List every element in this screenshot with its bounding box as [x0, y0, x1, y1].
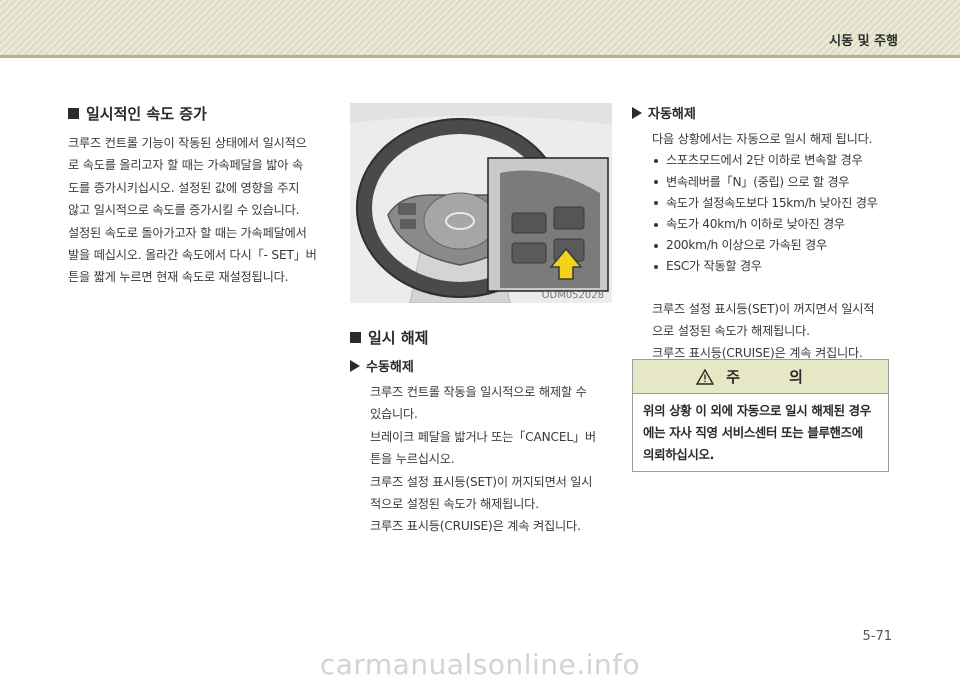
right-column: 자동해제 다음 상황에서는 자동으로 일시 해제 됩니다. 스포츠모드에서 2단… — [632, 103, 890, 365]
text-line: 튼을 짧게 누르면 현재 속도로 재설정됩니다. — [68, 270, 289, 285]
left-column: 일시적인 속도 증가 크루즈 컨트롤 기능이 작동된 상태에서 일시적으 로 속… — [68, 103, 333, 289]
section-title: 시동 및 주행 — [829, 34, 898, 49]
text-line: 도를 증가시키십시오. 설정된 값에 영향을 주지 — [68, 180, 300, 195]
text-line: 있습니다. — [370, 407, 418, 422]
square-bullet-icon — [350, 332, 361, 343]
figure-code: ODM052028 — [541, 290, 604, 301]
text-line: 적으로 설정된 속도가 해제됩니다. — [370, 497, 539, 512]
bullet-dot-icon — [654, 243, 658, 248]
list-item: ESC가 작동할 경우 — [654, 256, 890, 277]
warning-triangle-icon — [696, 368, 715, 385]
mid-heading-text: 일시 해제 — [368, 329, 429, 347]
list-item: 속도가 40km/h 이하로 낮아진 경우 — [654, 214, 890, 235]
right-intro: 다음 상황에서는 자동으로 일시 해제 됩니다. — [652, 132, 873, 146]
left-paragraph: 크루즈 컨트롤 기능이 작동된 상태에서 일시적으 로 속도를 올리고자 할 때… — [68, 132, 333, 289]
text-line: 크루즈 컨트롤 기능이 작동된 상태에서 일시적으 — [68, 136, 307, 150]
triangle-bullet-icon — [632, 106, 642, 119]
text-line: 크루즈 설정 표시등(SET)이 꺼지되면서 일시 — [370, 474, 593, 489]
mid-subheading: 수동해제 — [350, 356, 612, 375]
text-line: 설정된 속도로 돌아가고자 할 때는 가속페달에서 — [68, 225, 307, 240]
list-item: 변속레버를「N」(중립) 으로 할 경우 — [654, 172, 890, 193]
caution-box: 주 의 위의 상황 이 외에 자동으로 일시 해제된 경우 에는 자사 직영 서… — [632, 359, 889, 472]
text-line: 로 속도를 올리고자 할 때는 가속페달을 밟아 속 — [68, 158, 303, 173]
right-subheading: 자동해제 — [632, 103, 890, 122]
right-subheading-text: 자동해제 — [648, 107, 696, 122]
caution-header: 주 의 — [633, 360, 888, 394]
text-line: 크루즈 컨트롤 작동을 일시적으로 해제할 수 — [370, 385, 587, 399]
mid-subheading-text: 수동해제 — [366, 360, 414, 375]
left-heading: 일시적인 속도 증가 — [68, 103, 333, 124]
auto-release-list: 스포츠모드에서 2단 이하로 변속할 경우 변속레버를「N」(중립) 으로 할 … — [632, 150, 890, 277]
triangle-bullet-icon — [350, 359, 360, 372]
list-item: 속도가 설정속도보다 15km/h 낮아진 경우 — [654, 193, 890, 214]
list-item: 200km/h 이상으로 가속된 경우 — [654, 235, 890, 256]
square-bullet-icon — [68, 108, 79, 119]
mid-paragraph: 크루즈 컨트롤 작동을 일시적으로 해제할 수 있습니다. 브레이크 페달을 밟… — [350, 381, 612, 538]
bullet-dot-icon — [654, 264, 658, 269]
page-number: 5-71 — [862, 629, 892, 644]
header-rule — [0, 55, 960, 58]
left-heading-text: 일시적인 속도 증가 — [86, 105, 207, 123]
caution-title: 주 의 — [726, 368, 825, 386]
header-band — [0, 0, 960, 55]
bullet-dot-icon — [654, 222, 658, 227]
watermark: carmanualsonline.info — [319, 648, 641, 681]
steering-wheel-icon — [350, 103, 612, 304]
text-line: 으로 설정된 속도가 해제됩니다. — [652, 324, 810, 339]
text-line: 에는 자사 직영 서비스센터 또는 블루핸즈에 — [643, 425, 863, 440]
text-line: 발을 떼십시오. 올라간 속도에서 다시「- SET」버 — [68, 248, 317, 263]
bullet-dot-icon — [654, 201, 658, 206]
caution-body: 위의 상황 이 외에 자동으로 일시 해제된 경우 에는 자사 직영 서비스센터… — [633, 394, 888, 472]
list-item: 스포츠모드에서 2단 이하로 변속할 경우 — [654, 150, 890, 171]
middle-column: ODM052028 일시 해제 수동해제 크루즈 컨트롤 작동을 일시적으로 해… — [350, 103, 612, 538]
text-line: 튼을 누르십시오. — [370, 452, 455, 467]
text-line: 브레이크 페달을 밟거나 또는「CANCEL」버 — [370, 429, 596, 444]
steering-wheel-figure: ODM052028 — [350, 103, 612, 304]
right-after-paragraph: 크루즈 설정 표시등(SET)이 꺼지면서 일시적 으로 설정된 속도가 해제됩… — [632, 298, 890, 365]
text-line: 않고 일시적으로 속도를 증가시킬 수 있습니다. — [68, 203, 300, 218]
text-line: 크루즈 표시등(CRUISE)은 계속 켜집니다. — [370, 519, 581, 534]
mid-heading: 일시 해제 — [350, 327, 612, 348]
bullet-dot-icon — [654, 158, 658, 163]
bullet-dot-icon — [654, 180, 658, 185]
text-line: 의뢰하십시오. — [643, 447, 715, 462]
text-line: 크루즈 설정 표시등(SET)이 꺼지면서 일시적 — [652, 301, 875, 316]
text-line: 위의 상황 이 외에 자동으로 일시 해제된 경우 — [643, 403, 871, 418]
